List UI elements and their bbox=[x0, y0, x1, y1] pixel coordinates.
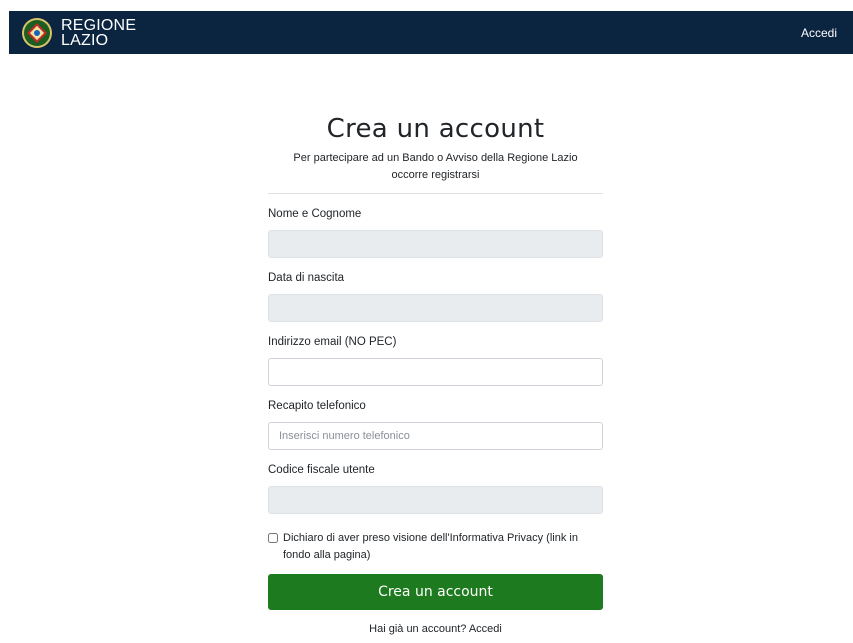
brand[interactable]: REGIONE LAZIO bbox=[21, 17, 136, 49]
brand-line-2: LAZIO bbox=[61, 31, 109, 49]
field-birth-date: Data di nascita bbox=[268, 272, 603, 322]
login-prompt-row: Hai già un account? Accedi bbox=[268, 623, 603, 635]
login-link[interactable]: Accedi bbox=[469, 623, 502, 635]
tax-code-label: Codice fiscale utente bbox=[268, 464, 375, 476]
phone-input[interactable] bbox=[268, 422, 603, 450]
field-email: Indirizzo email (NO PEC) bbox=[268, 336, 603, 386]
login-prompt: Hai già un account? bbox=[369, 623, 467, 635]
full-name-label: Nome e Cognome bbox=[268, 208, 362, 220]
regione-lazio-emblem-icon bbox=[22, 17, 52, 48]
register-form: Crea un account Per partecipare ad un Ba… bbox=[268, 114, 603, 635]
nav-login-link[interactable]: Accedi bbox=[801, 26, 837, 40]
email-label: Indirizzo email (NO PEC) bbox=[268, 336, 397, 348]
page-title: Crea un account bbox=[326, 114, 545, 144]
birth-date-input[interactable] bbox=[268, 294, 603, 322]
phone-label: Recapito telefonico bbox=[268, 400, 366, 412]
brand-line-1: REGIONE bbox=[61, 16, 137, 34]
page-subtitle: Per partecipare ad un Bando o Avviso del… bbox=[293, 152, 578, 181]
birth-date-label: Data di nascita bbox=[268, 272, 345, 284]
privacy-label: Dichiaro di aver preso visione dell'Info… bbox=[283, 532, 578, 561]
privacy-checkbox[interactable] bbox=[268, 533, 278, 543]
tax-code-input[interactable] bbox=[268, 486, 603, 514]
top-navbar: REGIONE LAZIO Accedi bbox=[9, 11, 853, 54]
field-tax-code: Codice fiscale utente bbox=[268, 464, 603, 514]
full-name-input[interactable] bbox=[268, 230, 603, 258]
divider bbox=[268, 193, 603, 194]
privacy-consent: Dichiaro di aver preso visione dell'Info… bbox=[268, 530, 603, 564]
brand-text: REGIONE LAZIO bbox=[61, 16, 137, 49]
create-account-button[interactable]: Crea un account bbox=[268, 574, 603, 610]
email-input[interactable] bbox=[268, 358, 603, 386]
field-full-name: Nome e Cognome bbox=[268, 208, 603, 258]
field-phone: Recapito telefonico bbox=[268, 400, 603, 450]
